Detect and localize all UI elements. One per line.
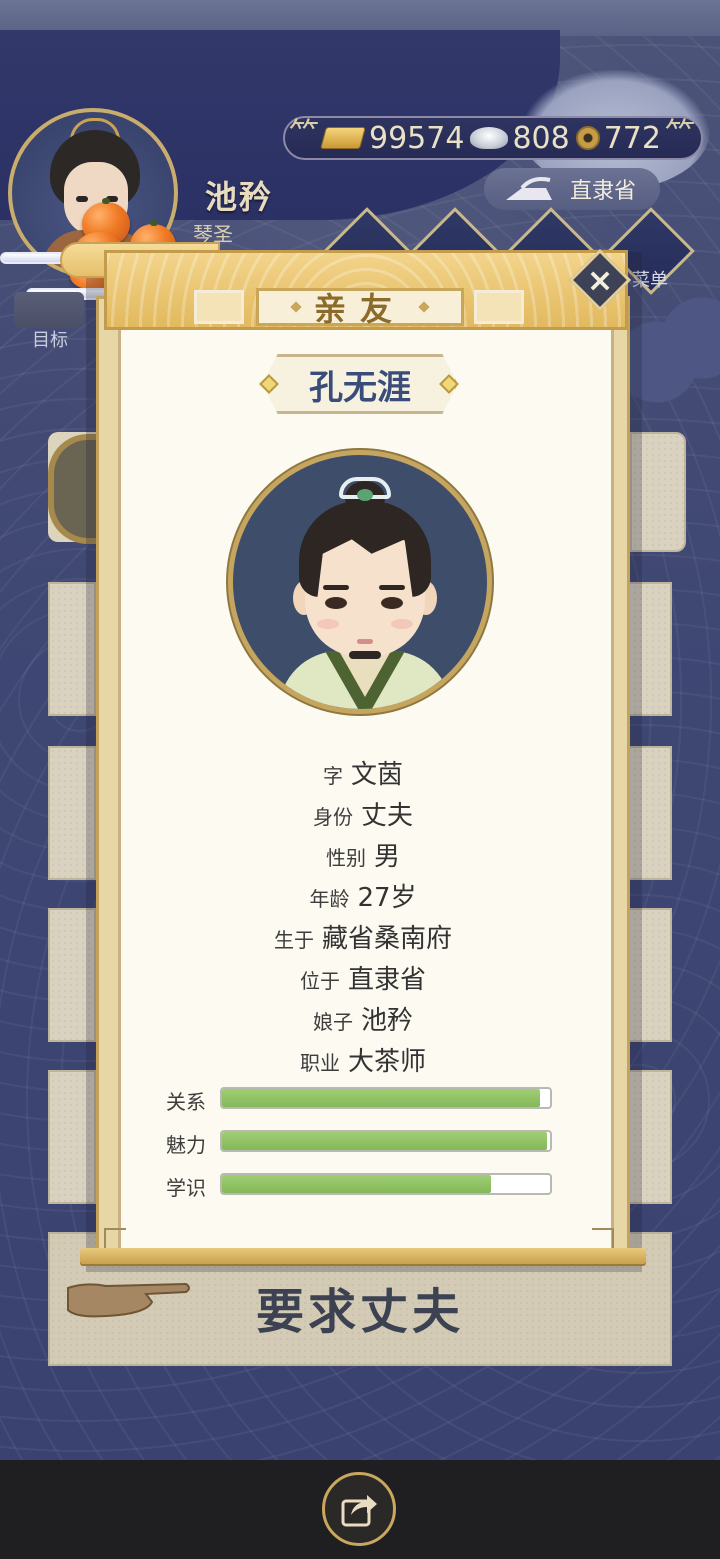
- stat-bar-charm: [220, 1130, 552, 1152]
- info-row-location: 位于 直隶省: [118, 959, 608, 996]
- dialog-title: 亲友: [313, 290, 406, 328]
- title-dot-right: [418, 301, 430, 313]
- info-label: 娘子: [312, 1010, 353, 1034]
- portrait-blush-right: [391, 619, 413, 629]
- goal-label: 目标: [32, 330, 68, 351]
- info-label: 身份: [312, 805, 353, 829]
- share-button[interactable]: [322, 1472, 396, 1546]
- iron-icon: [502, 174, 558, 204]
- info-label: 性别: [325, 846, 366, 870]
- person-name-plate: 孔无涯: [262, 354, 458, 414]
- portrait-brow-left: [323, 585, 349, 590]
- info-row-occupation: 职业 大茶师: [118, 1041, 608, 1078]
- cloud-decoration: [630, 290, 720, 410]
- portrait-blush-left: [317, 619, 339, 629]
- stat-fill-relationship: [222, 1089, 541, 1107]
- coin-currency: 772: [575, 120, 661, 156]
- bamboo-left-icon: ⺮: [289, 117, 319, 152]
- info-value: 大茶师: [347, 1047, 426, 1077]
- scroll-bottom-rail: [80, 1248, 646, 1264]
- coin-icon: [575, 126, 600, 150]
- portrait-jade: [357, 489, 373, 501]
- stat-bar-relationship: [220, 1087, 552, 1109]
- stat-bar-knowledge: [220, 1173, 552, 1195]
- info-row-identity: 身份 丈夫: [118, 795, 608, 832]
- person-name: 孔无涯: [309, 367, 411, 408]
- stat-fill-knowledge: [222, 1175, 491, 1193]
- location-text: 直隶省: [570, 179, 637, 204]
- close-icon[interactable]: ×: [580, 260, 620, 300]
- gold-bar-icon: [320, 127, 366, 149]
- info-value: 丈夫: [360, 801, 413, 831]
- portrait-mouth: [357, 639, 373, 644]
- avatar-eye-left: [76, 196, 88, 202]
- corner-ornament-right: [592, 1228, 614, 1250]
- info-label: 字: [322, 764, 343, 788]
- stat-fill-charm: [222, 1132, 547, 1150]
- silver-ingot-icon: [470, 127, 509, 149]
- info-label: 生于: [273, 928, 314, 952]
- title-dot-left: [290, 301, 302, 313]
- corner-ornament-left: [104, 1228, 126, 1250]
- stat-label-charm: 魅力: [166, 1133, 206, 1157]
- info-row-birthplace: 生于 藏省桑南府: [118, 918, 608, 955]
- portrait-beard: [349, 651, 381, 659]
- gold-currency: 99574: [320, 120, 465, 156]
- header-window-right: [474, 290, 524, 324]
- info-value: 男: [373, 842, 400, 872]
- person-portrait: [228, 450, 492, 714]
- info-row-gender: 性别男: [118, 836, 608, 873]
- coin-amount: 772: [603, 120, 661, 156]
- info-value: 27岁: [357, 883, 417, 913]
- portrait-brow-right: [379, 585, 405, 590]
- info-value: 文茵: [350, 760, 403, 790]
- request-husband-label: 要求丈夫: [255, 1284, 464, 1340]
- dialog-title-box: 亲友: [256, 288, 464, 328]
- goal-scroll-icon[interactable]: [14, 292, 84, 328]
- silver-currency: 808: [470, 120, 570, 156]
- header-window-left: [194, 290, 244, 324]
- silver-amount: 808: [512, 120, 570, 156]
- stat-label-relationship: 关系: [166, 1090, 206, 1114]
- info-row-courtesy-name: 字文茵: [118, 754, 608, 791]
- info-row-wife: 娘子 池矜: [118, 1000, 608, 1037]
- currency-bar: ⺮ 99574 808 772 ⺮: [283, 116, 703, 160]
- info-value: 池矜: [360, 1006, 413, 1036]
- portrait-eye-right: [381, 597, 403, 609]
- info-label: 位于: [299, 969, 340, 993]
- bamboo-right-icon: ⺮: [665, 117, 695, 152]
- info-label: 职业: [299, 1051, 340, 1075]
- info-value: 藏省桑南府: [321, 924, 452, 954]
- stat-label-knowledge: 学识: [166, 1176, 206, 1200]
- info-label: 年龄: [309, 887, 350, 911]
- portrait-eye-left: [325, 597, 347, 609]
- gold-amount: 99574: [369, 120, 465, 156]
- info-value: 直隶省: [347, 965, 426, 995]
- share-icon: [341, 1495, 377, 1527]
- info-row-age: 年龄 27岁: [118, 877, 608, 914]
- location-button[interactable]: 直隶省: [484, 168, 660, 210]
- player-name: 池矜: [205, 178, 274, 216]
